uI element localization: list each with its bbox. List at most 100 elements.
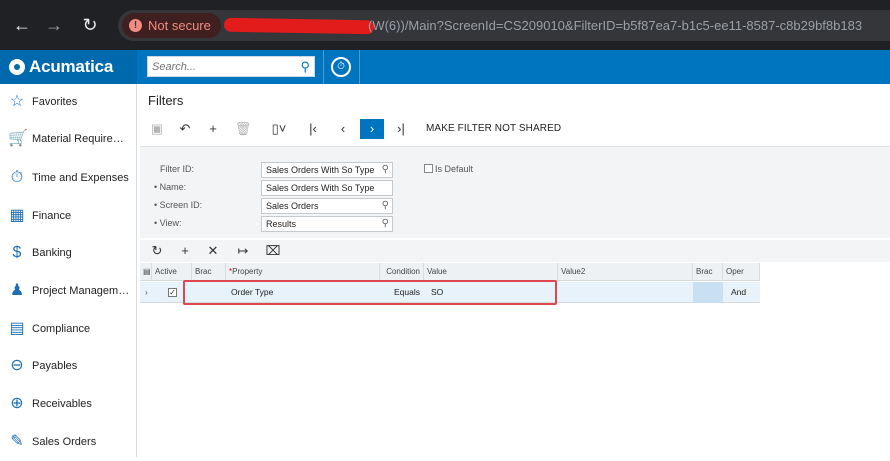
browser-toolbar: ← → ↻ ! Not secure (W(6))/Main?ScreenId=…	[0, 0, 890, 50]
search-icon[interactable]: ⚲	[300, 59, 310, 75]
back-arrow-icon[interactable]: ←	[10, 13, 34, 37]
document-icon: ▤	[9, 320, 25, 337]
app-header: Acumatica ⚲ ⏱	[0, 50, 890, 84]
acumatica-logo-icon	[9, 59, 25, 75]
is-default-checkbox[interactable]	[424, 164, 433, 173]
undo-icon[interactable]: ↶	[176, 119, 194, 139]
save-icon[interactable]: ▣	[148, 119, 166, 139]
dollar-icon: $	[12, 244, 22, 261]
filter-id-field[interactable]: Sales Orders With So Type ⚲	[261, 162, 393, 178]
column-settings-icon[interactable]: ▤	[140, 263, 152, 281]
header-brac-close[interactable]: Brac	[693, 263, 723, 281]
not-secure-badge[interactable]: ! Not secure	[122, 13, 221, 38]
view-field[interactable]: Results ⚲	[261, 216, 393, 232]
active-checkbox[interactable]: ✓	[168, 288, 177, 297]
fit-columns-icon[interactable]: ↦	[234, 242, 252, 260]
make-filter-not-shared-button[interactable]: MAKE FILTER NOT SHARED	[426, 119, 561, 139]
logo-text: Acumatica	[29, 57, 114, 76]
screen-id-field[interactable]: Sales Orders ⚲	[261, 198, 393, 214]
not-secure-label: Not secure	[148, 18, 211, 33]
next-record-icon[interactable]: ›	[360, 119, 384, 139]
name-value: Sales Orders With So Type	[266, 183, 375, 193]
sidebar-item-banking[interactable]: $ Banking	[0, 235, 137, 272]
header-active[interactable]: Active	[152, 263, 192, 281]
calculator-icon: ▦	[9, 207, 25, 224]
search-input[interactable]	[148, 57, 288, 76]
cell-operator[interactable]: And	[728, 282, 746, 303]
sidebar-item-label: Time and Expenses	[32, 172, 129, 184]
view-value: Results	[266, 219, 297, 229]
sidebar-item-sales-orders[interactable]: ✎ Sales Orders	[0, 424, 137, 461]
delete-icon[interactable]: 🗑	[234, 119, 252, 139]
header-operator[interactable]: Oper	[723, 263, 760, 281]
highlight-annotation	[183, 280, 557, 305]
cell-brac-close[interactable]	[693, 282, 723, 303]
screen-id-label-text: Screen ID:	[159, 200, 203, 210]
sidebar-item-label: Payables	[32, 360, 78, 372]
person-icon: ♟	[9, 282, 25, 299]
header-condition[interactable]: Condition	[380, 263, 424, 281]
header-property[interactable]: *Property	[226, 263, 380, 281]
is-default-label: Is Default	[435, 164, 474, 174]
name-label: • Name:	[154, 182, 187, 192]
first-record-icon[interactable]: |‹	[304, 119, 322, 139]
sidebar-item-project-management[interactable]: ♟ Project Management	[0, 273, 137, 310]
sidebar-item-label: Project Management	[32, 285, 132, 297]
sidebar-item-finance[interactable]: ▦ Finance	[0, 198, 137, 235]
view-label-text: View:	[159, 218, 182, 228]
sidebar-item-label: Compliance	[32, 323, 91, 335]
form-toolbar: ▣ ↶ + 🗑 ▯˅ |‹ ‹ › ›| MAKE FILTER NOT SHA…	[140, 116, 890, 142]
sidebar-item-label: Finance	[32, 210, 72, 222]
view-label: • View:	[154, 218, 182, 228]
header-value2[interactable]: Value2	[558, 263, 693, 281]
add-icon[interactable]: +	[204, 119, 222, 139]
search-icon[interactable]: ⚲	[382, 217, 389, 231]
logo[interactable]: Acumatica	[0, 50, 137, 84]
refresh-icon[interactable]: ↻	[148, 242, 166, 260]
page-title: Filters	[148, 93, 184, 108]
filter-id-label: Filter ID:	[160, 164, 195, 174]
export-excel-icon[interactable]: ⌧	[264, 242, 282, 260]
name-field[interactable]: Sales Orders With So Type	[261, 180, 393, 196]
sidebar-item-time-and-expenses[interactable]: ⏱ Time and Expenses	[0, 160, 137, 197]
sidebar-item-label: Banking	[32, 247, 72, 259]
search-icon[interactable]: ⚲	[382, 163, 389, 177]
sidebar-item-compliance[interactable]: ▤ Compliance	[0, 311, 137, 348]
sidebar-item-payables[interactable]: ⊖ Payables	[0, 348, 137, 385]
sidebar-item-receivables[interactable]: ⊕ Receivables	[0, 386, 137, 423]
header-divider	[359, 50, 360, 84]
previous-record-icon[interactable]: ‹	[334, 119, 352, 139]
add-row-icon[interactable]: +	[176, 242, 194, 260]
header-value[interactable]: Value	[424, 263, 558, 281]
screen-id-value: Sales Orders	[266, 201, 319, 211]
sidebar-item-material-requirements[interactable]: 🛒 Material Requirem…	[0, 121, 137, 158]
edit-icon: ✎	[10, 433, 24, 450]
redacted-host	[223, 17, 375, 35]
search-box[interactable]: ⚲	[147, 56, 315, 77]
address-bar[interactable]: ! Not secure (W(6))/Main?ScreenId=CS2090…	[118, 10, 890, 41]
sidebar-item-favorites[interactable]: ☆ Favorites	[0, 84, 137, 121]
row-selector-icon[interactable]: ›	[142, 282, 148, 303]
forward-arrow-icon[interactable]: →	[42, 13, 66, 37]
minus-circle-icon: ⊖	[10, 357, 24, 374]
screen-id-label: • Screen ID:	[154, 200, 203, 210]
grid-header: ▤ Active Brac *Property Condition Value …	[140, 263, 760, 281]
filter-form: Filter ID: Sales Orders With So Type ⚲ •…	[140, 146, 890, 238]
history-icon[interactable]: ⏱	[331, 57, 351, 77]
sidebar-item-label: Sales Orders	[32, 436, 97, 448]
reload-icon[interactable]: ↻	[78, 13, 102, 37]
sidebar-item-label: Material Requirem…	[32, 133, 132, 145]
url-text: (W(6))/Main?ScreenId=CS209010&FilterID=b…	[368, 18, 863, 33]
stopwatch-icon: ⏱	[10, 169, 24, 186]
delete-row-icon[interactable]: ✕	[204, 242, 222, 260]
copy-paste-menu-icon[interactable]: ▯˅	[264, 119, 294, 139]
filter-id-value: Sales Orders With So Type	[266, 165, 375, 175]
name-label-text: Name:	[159, 182, 187, 192]
star-icon: ☆	[9, 93, 25, 110]
header-property-label: Property	[232, 267, 263, 276]
last-record-icon[interactable]: ›|	[392, 119, 410, 139]
search-icon[interactable]: ⚲	[382, 199, 389, 213]
header-brac-open[interactable]: Brac	[192, 263, 226, 281]
plus-circle-icon: ⊕	[10, 395, 24, 412]
grid-toolbar: ↻ + ✕ ↦ ⌧	[140, 240, 890, 262]
